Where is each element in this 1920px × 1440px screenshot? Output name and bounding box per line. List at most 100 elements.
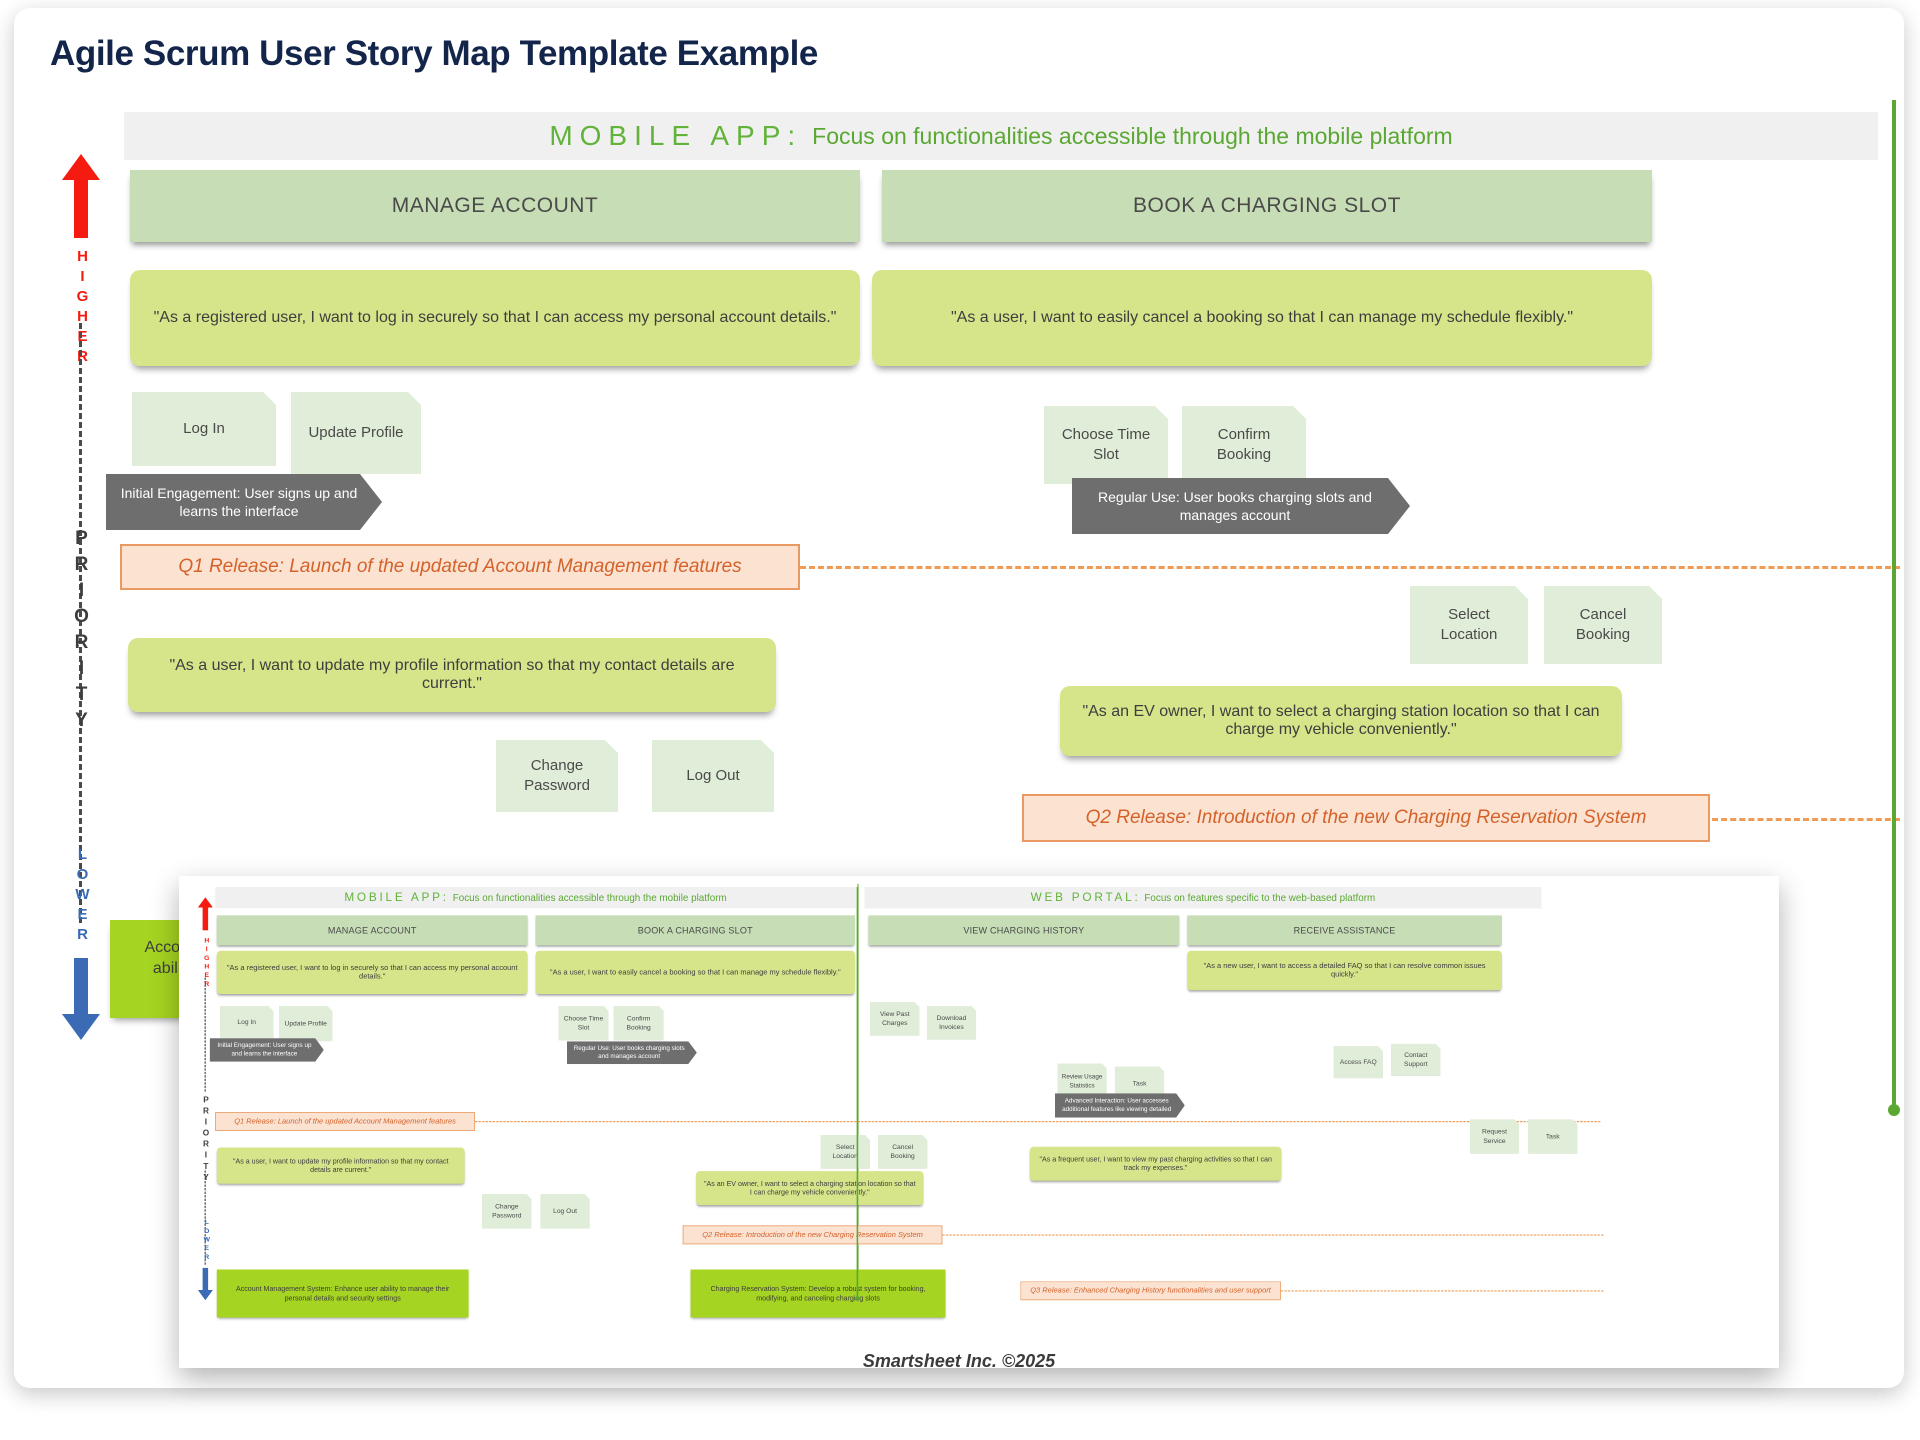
inset-task-download-invoices[interactable]: Download Invoices <box>927 1006 977 1040</box>
task-cancel-booking-label: Cancel Booking <box>1575 605 1631 643</box>
story-update-profile-text: "As a user, I want to update my profile … <box>169 657 735 692</box>
activity-manage-account[interactable]: MANAGE ACCOUNT <box>130 170 860 242</box>
priority-axis: HIGHER PRIORITY LOWER <box>36 154 110 1040</box>
inset-board-content: HIGHER PRIORITY LOWER MOBILE APP: Focus … <box>179 876 1604 1321</box>
inset-task-b[interactable]: Task <box>1528 1119 1578 1154</box>
journey-initial-label: Initial Engagement: User signs up and le… <box>120 484 358 519</box>
footer-copyright: Smartsheet Inc. ©2025 <box>862 1351 1056 1371</box>
priority-down-arrow-icon <box>62 1014 100 1040</box>
inset-outcome-account-label: Account Management System: Enhance user … <box>235 1284 450 1303</box>
inset-platform-name-mobile: MOBILE APP: <box>344 890 449 904</box>
inset-release-q1-label: Q1 Release: Launch of the updated Accoun… <box>234 1117 456 1126</box>
task-update-profile[interactable]: Update Profile <box>291 392 421 474</box>
inset-release-q2[interactable]: Q2 Release: Introduction of the new Char… <box>682 1225 943 1245</box>
inset-task-log-in-label: Log In <box>237 1017 256 1026</box>
task-log-out[interactable]: Log Out <box>652 740 774 812</box>
inset-journey-regular-label: Regular Use: User books charging slots a… <box>573 1044 685 1060</box>
priority-down-arrow-shaft <box>74 958 88 1016</box>
inset-story-past-activity[interactable]: "As a frequent user, I want to view my p… <box>1029 1146 1282 1181</box>
inset-task-request-service-label: Request Service <box>1482 1127 1507 1145</box>
journey-regular-use: Regular Use: User books charging slots a… <box>1072 478 1410 534</box>
platform-name-mobile: MOBILE APP: <box>549 120 803 151</box>
inset-story-cancel[interactable]: "As a user, I want to easily cancel a bo… <box>535 950 856 995</box>
task-select-location-label: Select Location <box>1440 605 1498 643</box>
inset-journey-initial-label: Initial Engagement: User signs up and le… <box>217 1042 312 1058</box>
inset-release-q3[interactable]: Q3 Release: Enhanced Charging History fu… <box>1020 1281 1281 1301</box>
inset-platform-desc-web: Focus on features specific to the web-ba… <box>1144 891 1376 903</box>
task-change-password-label: Change Password <box>524 756 590 794</box>
inset-platform-band-web: WEB PORTAL: Focus on features specific t… <box>864 887 1542 909</box>
story-cancel-booking[interactable]: "As a user, I want to easily cancel a bo… <box>872 270 1652 366</box>
journey-initial-engagement: Initial Engagement: User signs up and le… <box>106 474 382 530</box>
priority-up-arrow-shaft <box>74 176 88 238</box>
inset-release-q2-dashline <box>942 1234 1604 1236</box>
task-change-password[interactable]: Change Password <box>496 740 618 812</box>
inset-activity-book-slot-label: BOOK A CHARGING SLOT <box>637 924 753 936</box>
activity-book-a-charging-slot[interactable]: BOOK A CHARGING SLOT <box>882 170 1652 242</box>
platform-band-mobile: MOBILE APP: Focus on functionalities acc… <box>124 112 1878 160</box>
inset-task-change-password-label: Change Password <box>492 1202 522 1220</box>
inset-task-b-label: Task <box>1545 1132 1560 1140</box>
inset-task-access-faq[interactable]: Access FAQ <box>1334 1046 1384 1078</box>
inset-task-confirm-booking[interactable]: Confirm Booking <box>613 1006 663 1041</box>
inset-task-request-service[interactable]: Request Service <box>1470 1119 1520 1154</box>
inset-task-contact-support[interactable]: Contact Support <box>1391 1044 1441 1076</box>
inset-journey-regular: Regular Use: User books charging slots a… <box>567 1041 697 1064</box>
board-right-rail <box>1888 100 1900 1116</box>
inset-release-q1[interactable]: Q1 Release: Launch of the updated Accoun… <box>215 1112 475 1131</box>
inset-journey-initial: Initial Engagement: User signs up and le… <box>210 1038 324 1062</box>
inset-activity-view-history[interactable]: VIEW CHARGING HISTORY <box>868 915 1180 946</box>
inset-story-update-profile[interactable]: "As a user, I want to update my profile … <box>216 1147 465 1184</box>
inset-story-update-profile-text: "As a user, I want to update my profile … <box>232 1157 449 1174</box>
inset-task-change-password[interactable]: Change Password <box>482 1194 532 1229</box>
task-confirm-booking[interactable]: Confirm Booking <box>1182 406 1306 484</box>
task-select-location[interactable]: Select Location <box>1410 586 1528 664</box>
task-choose-time-slot[interactable]: Choose Time Slot <box>1044 406 1168 484</box>
release-q1[interactable]: Q1 Release: Launch of the updated Accoun… <box>120 544 800 590</box>
inset-priority-down-arrow-shaft <box>202 1267 209 1291</box>
inset-task-log-in[interactable]: Log In <box>220 1006 274 1038</box>
story-update-profile[interactable]: "As a user, I want to update my profile … <box>128 638 776 712</box>
inset-activity-book-slot[interactable]: BOOK A CHARGING SLOT <box>535 915 856 946</box>
story-select-location[interactable]: "As an EV owner, I want to select a char… <box>1060 686 1622 756</box>
inset-outcome-account[interactable]: Account Management System: Enhance user … <box>216 1269 469 1318</box>
inset-release-q1-dashline <box>474 1121 1601 1123</box>
activity-book-slot-label: BOOK A CHARGING SLOT <box>1133 194 1401 217</box>
release-q2[interactable]: Q2 Release: Introduction of the new Char… <box>1022 794 1710 842</box>
inset-platform-name-web: WEB PORTAL: <box>1030 890 1141 904</box>
inset-task-access-faq-label: Access FAQ <box>1339 1058 1377 1066</box>
inset-story-login[interactable]: "As a registered user, I want to log in … <box>216 950 528 995</box>
inset-priority-down-arrow-icon <box>197 1289 213 1301</box>
journey-regular-label: Regular Use: User books charging slots a… <box>1098 488 1372 523</box>
inset-story-cancel-text: "As a user, I want to easily cancel a bo… <box>549 968 841 977</box>
inset-task-contact-support-label: Contact Support <box>1404 1051 1428 1068</box>
inset-task-view-past-charges[interactable]: View Past Charges <box>870 1002 920 1036</box>
axis-label-lower: LOWER <box>74 846 91 946</box>
task-log-in[interactable]: Log In <box>132 392 276 466</box>
story-login[interactable]: "As a registered user, I want to log in … <box>130 270 860 366</box>
story-select-location-text: "As an EV owner, I want to select a char… <box>1082 703 1600 738</box>
story-login-text: "As a registered user, I want to log in … <box>153 309 837 326</box>
inset-outcome-charging[interactable]: Charging Reservation System: Develop a r… <box>690 1269 946 1318</box>
inset-activity-manage-account-label: MANAGE ACCOUNT <box>327 924 417 936</box>
inset-story-past-activity-text: "As a frequent user, I want to view my p… <box>1039 1155 1272 1172</box>
task-log-in-label: Log In <box>183 419 225 437</box>
inset-story-faq[interactable]: "As a new user, I want to access a detai… <box>1187 950 1502 991</box>
inset-task-select-location-label: Select Location <box>832 1143 858 1160</box>
release-q1-dashline <box>800 566 1900 569</box>
inset-full-board-thumbnail[interactable]: HIGHER PRIORITY LOWER MOBILE APP: Focus … <box>179 876 1779 1368</box>
release-q1-label: Q1 Release: Launch of the updated Accoun… <box>178 556 742 577</box>
inset-priority-axis: HIGHER PRIORITY LOWER <box>188 897 217 1308</box>
inset-task-log-out[interactable]: Log Out <box>540 1194 590 1229</box>
inset-task-update-profile[interactable]: Update Profile <box>279 1006 333 1041</box>
inset-task-cancel-booking[interactable]: Cancel Booking <box>878 1135 928 1169</box>
inset-activity-receive-assistance[interactable]: RECEIVE ASSISTANCE <box>1187 915 1502 946</box>
inset-board-rail <box>855 887 860 1301</box>
inset-task-choose-time-slot[interactable]: Choose Time Slot <box>558 1006 608 1041</box>
inset-task-select-location[interactable]: Select Location <box>820 1135 870 1169</box>
inset-activity-manage-account[interactable]: MANAGE ACCOUNT <box>216 915 528 946</box>
inset-task-review-usage-label: Review Usage Statistics <box>1061 1073 1103 1089</box>
task-cancel-booking[interactable]: Cancel Booking <box>1544 586 1662 664</box>
inset-platform-band-mobile: MOBILE APP: Focus on functionalities acc… <box>215 887 856 909</box>
inset-story-select-location[interactable]: "As an EV owner, I want to select a char… <box>696 1171 924 1205</box>
